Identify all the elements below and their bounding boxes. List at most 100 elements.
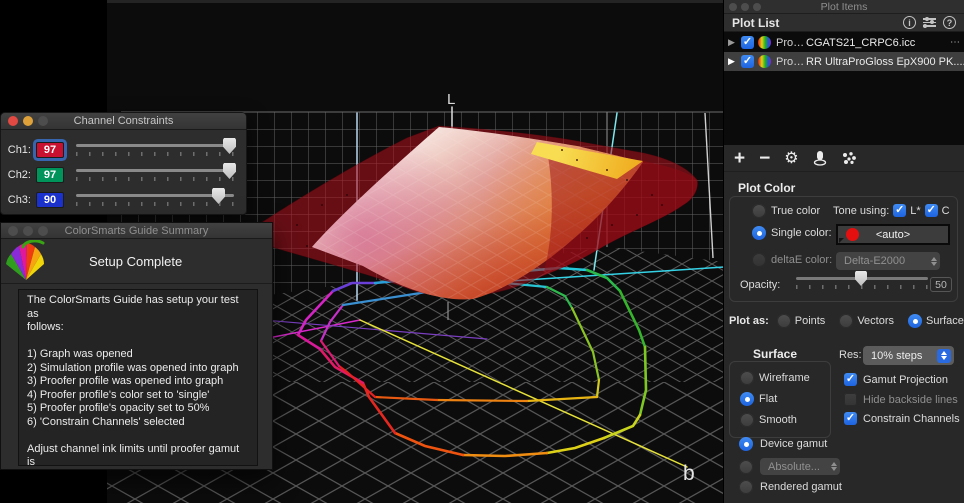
tone-using-label: Tone using:	[833, 205, 889, 217]
plot-as-vectors-radio[interactable]	[839, 314, 853, 328]
surface-mode-groupbox: Wireframe Flat Smooth	[729, 361, 831, 438]
plot-as-label: Plot as:	[729, 315, 769, 327]
plot-color-section-label: Plot Color	[738, 181, 795, 195]
ch2-slider[interactable]	[76, 169, 234, 181]
colorsmarts-header: Setup Complete	[1, 239, 272, 284]
profile-name[interactable]: RR UltraProGloss EpX900 PK....	[806, 56, 964, 68]
cluster-icon[interactable]	[841, 151, 857, 165]
plot-as-points-label: Points	[795, 315, 826, 327]
opacity-slider-thumb[interactable]	[855, 271, 867, 286]
plot-list-row-1[interactable]: ▶ ✓ Pro… CGATS21_CRPC6.icc ⋯	[724, 33, 964, 52]
ch3-slider-ticks	[76, 202, 234, 206]
ch2-slider-ticks	[76, 177, 234, 181]
colorsmarts-titlebar[interactable]: ColorSmarts Guide Summary	[1, 223, 272, 239]
plot-list: ▶ ✓ Pro… CGATS21_CRPC6.icc ⋯ ▶ ✓ Pro… RR…	[724, 32, 964, 145]
rendered-gamut-label: Rendered gamut	[760, 481, 842, 493]
ch1-value-input[interactable]	[36, 142, 64, 158]
wireframe-radio[interactable]	[740, 371, 754, 385]
window-title: ColorSmarts Guide Summary	[1, 225, 272, 237]
surface-section-label: Surface	[753, 347, 797, 361]
plot-list-toolbar: + − ⚙	[724, 145, 964, 172]
color-swatch-red	[846, 228, 859, 241]
rendering-intent-radio[interactable]	[739, 460, 753, 474]
deltae-method-dropdown[interactable]: Delta-E2000	[836, 252, 940, 270]
colorsmarts-body-text: The ColorSmarts Guide has setup your tes…	[18, 289, 258, 466]
setup-complete-heading: Setup Complete	[89, 254, 182, 269]
opacity-label: Opacity:	[740, 279, 780, 291]
help-icon[interactable]: ?	[943, 16, 956, 29]
plot-list-header: Plot List i ?	[724, 14, 964, 32]
plot-color-groupbox: True color Tone using: ✓ L* ✓ C Single c…	[729, 196, 958, 302]
ch3-slider[interactable]	[76, 194, 234, 206]
row-visible-checkbox[interactable]: ✓	[741, 36, 754, 49]
single-color-label: Single color:	[771, 227, 832, 239]
opacity-slider[interactable]	[796, 277, 928, 289]
rendering-intent-dropdown[interactable]: Absolute...	[760, 458, 840, 475]
rainbow-profile-icon	[758, 55, 771, 68]
row-options-icon[interactable]: ⋯	[946, 37, 964, 48]
opacity-value: 50	[930, 277, 952, 292]
wireframe-label: Wireframe	[759, 372, 810, 384]
plot-list-row-2[interactable]: ▶ ✓ Pro… RR UltraProGloss EpX900 PK....	[724, 52, 964, 71]
ch2-value-input[interactable]	[36, 167, 64, 183]
flat-radio[interactable]	[740, 392, 754, 406]
row-visible-checkbox[interactable]: ✓	[741, 55, 754, 68]
ch3-label: Ch3:	[1, 194, 31, 206]
colorsmarts-hat-icon	[3, 240, 49, 289]
channel-constraints-titlebar[interactable]: Channel Constraints	[1, 113, 246, 130]
plot-as-vectors-label: Vectors	[857, 315, 894, 327]
device-gamut-radio[interactable]	[739, 437, 753, 451]
graph-window-top-edge	[107, 0, 724, 3]
window-title: Plot Items	[724, 1, 964, 13]
tone-c-checkbox[interactable]: ✓	[925, 204, 938, 217]
plot-as-surface-label: Surface	[926, 315, 964, 327]
tone-l-checkbox[interactable]: ✓	[893, 204, 906, 217]
colorsmarts-summary-panel: ColorSmarts Guide Summary Setup Complete…	[0, 222, 273, 470]
res-dropdown[interactable]: 10% steps	[863, 346, 954, 365]
row-type-label: Pro…	[776, 37, 806, 49]
channel-constraints-panel: Channel Constraints Ch1: Ch2: Ch3:	[0, 112, 247, 215]
ch1-label: Ch1:	[1, 144, 31, 156]
single-color-radio[interactable]	[752, 226, 766, 240]
ch2-label: Ch2:	[1, 169, 31, 181]
single-color-well[interactable]: <auto>	[836, 224, 950, 245]
probe-icon[interactable]	[813, 150, 827, 166]
hide-backside-label: Hide backside lines	[863, 394, 958, 406]
profile-name[interactable]: CGATS21_CRPC6.icc	[806, 37, 946, 49]
color-well-dropdown-arrow	[839, 238, 844, 243]
res-value: 10% steps	[871, 350, 922, 362]
ch3-value-input[interactable]	[36, 192, 64, 208]
plot-items-panel: Plot Items Plot List i ? ▶ ✓ Pro… CGATS2…	[723, 0, 964, 503]
dropdown-chevrons-icon	[937, 349, 951, 363]
smooth-label: Smooth	[759, 414, 797, 426]
opacity-slider-ticks	[796, 285, 928, 289]
true-color-radio[interactable]	[752, 204, 766, 218]
ch1-slider-ticks	[76, 152, 234, 156]
remove-button[interactable]: −	[759, 149, 770, 168]
row-type-label: Pro…	[776, 56, 806, 68]
plot-as-surface-radio[interactable]	[908, 314, 922, 328]
smooth-radio[interactable]	[740, 413, 754, 427]
rendering-intent-value: Absolute...	[768, 461, 820, 473]
disclosure-triangle-icon[interactable]: ▶	[728, 56, 741, 67]
hide-backside-checkbox[interactable]	[844, 393, 857, 406]
filter-sliders-icon[interactable]	[923, 18, 936, 27]
info-icon[interactable]: i	[903, 16, 916, 29]
tone-l-label: L*	[910, 205, 920, 217]
rendered-gamut-radio[interactable]	[739, 480, 753, 494]
ch1-slider[interactable]	[76, 144, 234, 156]
plot-items-titlebar[interactable]: Plot Items	[724, 0, 964, 14]
plot-as-points-radio[interactable]	[777, 314, 791, 328]
constrain-channels-checkbox[interactable]: ✓	[844, 412, 857, 425]
gear-icon[interactable]: ⚙	[784, 148, 798, 168]
constrain-channels-label: Constrain Channels	[863, 413, 960, 425]
single-color-value: <auto>	[876, 229, 910, 241]
device-gamut-label: Device gamut	[760, 438, 827, 450]
rainbow-profile-icon	[758, 36, 771, 49]
plot-as-row: Plot as: Points Vectors Surface	[729, 314, 964, 328]
disclosure-triangle-icon[interactable]: ▶	[728, 37, 741, 48]
deltae-color-radio[interactable]	[752, 253, 766, 267]
gamut-projection-checkbox[interactable]: ✓	[844, 373, 857, 386]
tone-c-label: C	[942, 205, 950, 217]
add-button[interactable]: +	[734, 149, 745, 168]
